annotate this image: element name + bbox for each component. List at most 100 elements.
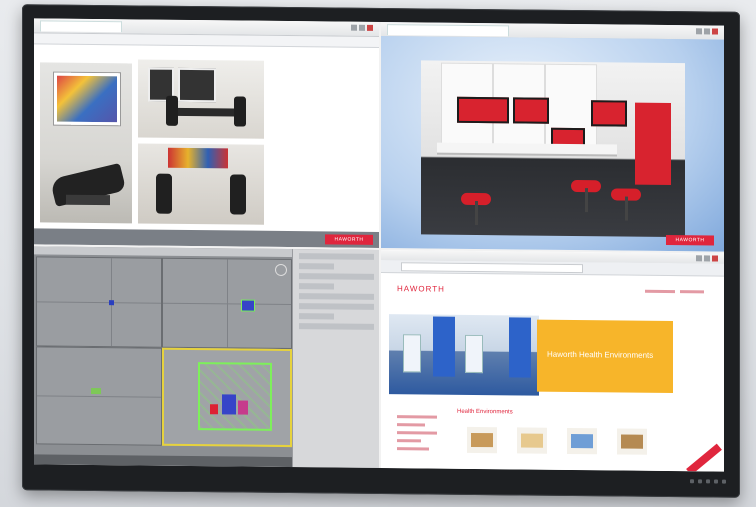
panel-row[interactable] [299,263,334,270]
thumbnail-image [521,433,543,448]
scene-object [91,387,101,395]
browser-tab[interactable] [40,20,122,33]
scene-object [241,299,255,312]
brand-logo[interactable]: HAWORTH [325,234,373,245]
sidebar-link[interactable] [397,423,425,427]
display-monitor: HAWORTH HAWORTH HAWORTH Haworth Health E… [22,4,740,498]
view-cube-icon[interactable] [275,263,287,277]
web-page: HAWORTH Haworth Health Environments Heal… [387,274,722,472]
blue-column [433,316,455,377]
desk [174,107,234,117]
storage-cabinet [635,102,671,186]
viewport-perspective[interactable] [162,347,292,448]
minimize-icon[interactable] [351,24,357,31]
meeting-room-photo[interactable] [138,143,264,225]
panel-row[interactable] [299,313,334,320]
corridor-door [403,334,421,373]
product-thumbnail[interactable] [467,426,497,454]
maximize-icon[interactable] [704,28,710,35]
grid-line [37,395,161,398]
command-panel[interactable] [292,249,379,468]
wall-artwork [168,147,228,169]
address-bar[interactable] [401,262,583,274]
sidebar-link[interactable] [397,439,421,443]
product-thumbnail[interactable] [617,428,647,455]
office-chair [234,96,246,127]
private-office-photo[interactable] [138,59,264,139]
red-monitor [457,96,509,124]
minimize-icon[interactable] [696,28,702,35]
sidebar-links [397,410,437,455]
close-icon[interactable] [712,28,718,35]
corridor-door [465,334,483,374]
footer-strip: HAWORTH [34,228,379,248]
workstation-scene[interactable] [421,60,685,238]
hero-title: Haworth Health Environments [547,349,654,360]
window-health-website: HAWORTH Haworth Health Environments Heal… [381,250,724,472]
brand-logo[interactable]: HAWORTH [666,234,714,246]
thumbnail-image [621,434,643,449]
sidebar-link[interactable] [397,415,437,419]
grid-line [37,301,161,304]
grid-line [227,259,228,348]
close-icon[interactable] [367,24,373,31]
viewport-front[interactable] [162,257,292,350]
desk [437,142,617,155]
nav-link[interactable] [680,290,704,294]
wall-artwork [54,72,120,126]
animation-timeline[interactable] [34,454,292,468]
lounge-chair-photo[interactable] [40,62,132,224]
monitor-button[interactable] [714,479,718,484]
office-chair [166,95,178,126]
panel-row[interactable] [299,253,374,260]
browser-tab[interactable] [387,24,509,37]
panel-row[interactable] [299,303,374,310]
chair-base [585,188,588,213]
minimize-icon[interactable] [696,255,702,262]
thumbnail-image [571,433,593,449]
chair-base [475,200,478,226]
viewport-left[interactable] [36,346,162,446]
thumbnail-image [471,432,493,448]
red-monitor [513,97,549,124]
monitor-button[interactable] [722,479,726,484]
framed-picture [178,67,216,103]
section-title: Health Environments [457,408,513,416]
corner-ribbon[interactable] [686,443,722,472]
panel-row[interactable] [299,323,374,330]
sidebar-link[interactable] [397,447,429,451]
monitor-buttons [690,479,726,484]
scene-object [109,300,114,306]
blue-column [509,317,531,378]
chair-base [625,196,628,221]
product-thumbnail[interactable] [567,427,597,455]
panel-row[interactable] [299,293,374,300]
window-3d-modeling [34,246,379,468]
viewport-top[interactable] [36,256,162,348]
site-nav[interactable] [644,289,704,296]
site-logo[interactable]: HAWORTH [397,284,445,294]
maximize-icon[interactable] [359,24,365,31]
wireframe-room [198,362,272,431]
close-icon[interactable] [712,255,718,262]
monitor-button[interactable] [706,479,710,484]
monitor-button[interactable] [698,479,702,484]
panel-row[interactable] [299,283,334,290]
sidebar-link[interactable] [397,431,437,435]
lounge-chair-base [66,194,110,206]
chair-model [210,404,218,415]
window-workstation-image: HAWORTH [381,22,724,252]
monitor-button[interactable] [690,479,694,484]
meeting-chair [156,173,172,214]
screen: HAWORTH HAWORTH HAWORTH Haworth Health E… [34,18,724,472]
hero-image [389,314,539,396]
product-thumbnail[interactable] [517,427,547,454]
chair-model [222,394,236,415]
chair-model [238,400,248,415]
nav-link[interactable] [644,289,675,294]
window-photo-gallery: HAWORTH [34,18,379,248]
maximize-icon[interactable] [704,255,710,262]
panel-row[interactable] [299,273,374,280]
red-monitor [591,100,627,127]
hero-banner[interactable]: Haworth Health Environments [537,319,673,394]
